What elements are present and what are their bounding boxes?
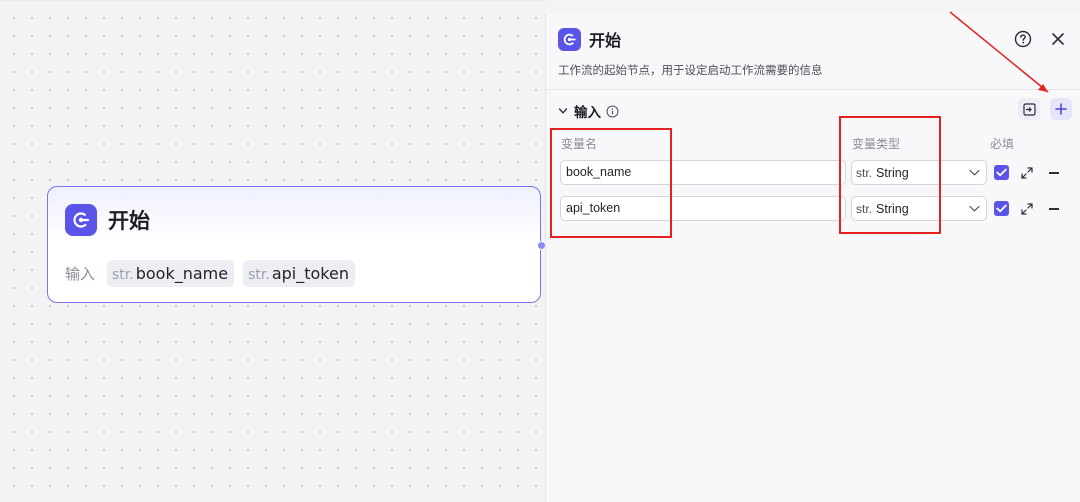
minus-icon (1049, 208, 1059, 210)
inputs-section-header[interactable]: 输入 (558, 100, 1070, 122)
inputs-section-label: 输入 (574, 105, 601, 121)
chip-name: api_token (271, 264, 349, 283)
annotation-arrow (949, 11, 1049, 93)
node-input-chip: str. api_token (243, 260, 355, 287)
annotation-box-variable-type (839, 116, 941, 234)
start-node-title: 开始 (108, 209, 150, 233)
node-input-chip: str. book_name (107, 260, 235, 287)
column-header-required: 必填 (990, 137, 1015, 151)
info-icon[interactable] (606, 105, 619, 118)
expand-icon[interactable] (1020, 202, 1034, 216)
panel-title-row: 开始 (558, 27, 621, 51)
remove-variable-button[interactable] (1049, 166, 1061, 180)
start-node[interactable]: 开始 输入 str. book_name str. api_token (47, 186, 546, 303)
required-checkbox[interactable] (994, 201, 1009, 216)
chip-type: str. (248, 267, 270, 283)
panel-description: 工作流的起始节点，用于设定启动工作流需要的信息 (558, 63, 823, 77)
workflow-canvas[interactable]: 开始 输入 str. book_name str. api_token (0, 0, 546, 502)
checkmark-icon (996, 168, 1007, 177)
add-variable-button[interactable] (1050, 98, 1072, 120)
required-checkbox[interactable] (994, 165, 1009, 180)
panel-title[interactable]: 开始 (589, 27, 621, 51)
start-node-inputs: 输入 str. book_name str. api_token (65, 260, 364, 287)
chevron-down-icon (969, 204, 980, 213)
expand-icon[interactable] (1020, 166, 1034, 180)
chip-name: book_name (135, 264, 229, 283)
remove-variable-button[interactable] (1049, 202, 1061, 216)
start-node-icon (65, 204, 97, 236)
start-node-header: 开始 (65, 204, 150, 236)
chevron-down-icon (969, 168, 980, 177)
chip-type: str. (112, 267, 134, 283)
node-inputs-label: 输入 (65, 265, 96, 283)
plus-icon (1055, 103, 1067, 115)
import-icon[interactable] (1018, 98, 1040, 120)
start-node-icon (558, 27, 581, 51)
annotation-box-variable-name (550, 128, 672, 238)
minus-icon (1049, 172, 1059, 174)
collapse-chevron-icon[interactable] (558, 106, 568, 116)
checkmark-icon (996, 204, 1007, 213)
